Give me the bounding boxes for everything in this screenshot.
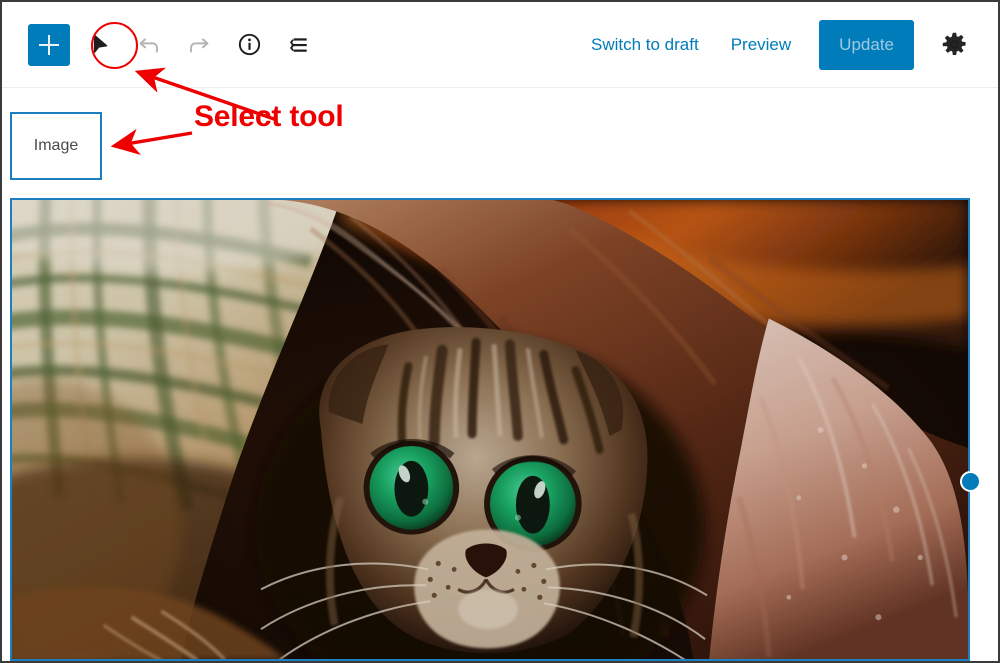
redo-button[interactable] [178,24,220,66]
editor-window: Switch to draft Preview Update Image Sel… [0,0,1000,663]
select-tool-button[interactable] [78,24,120,66]
block-breadcrumb-image[interactable]: Image [10,112,102,180]
redo-arrow-icon [190,37,209,53]
arrow-to-image-block [110,128,193,155]
kitten-photo [12,200,968,659]
update-button[interactable]: Update [819,19,914,70]
editor-toolbar: Switch to draft Preview Update [2,2,998,88]
info-circle-icon [238,33,260,56]
image-block[interactable] [10,198,970,661]
annotation-label-select-tool: Select tool [194,100,344,133]
toolbar-right-group: Switch to draft Preview Update [577,19,998,70]
settings-button[interactable] [932,23,976,67]
plus-icon-vertical [47,34,51,55]
details-button[interactable] [228,24,270,66]
cursor-arrow-icon [93,34,107,53]
gear-icon [942,32,966,55]
add-block-button[interactable] [28,23,70,66]
list-view-icon [289,37,307,52]
block-breadcrumb-label: Image [33,137,79,154]
list-view-button[interactable] [278,24,320,66]
switch-to-draft-button[interactable]: Switch to draft [577,27,713,63]
toolbar-left-group [2,23,320,66]
undo-button[interactable] [128,24,170,66]
preview-button[interactable]: Preview [717,27,805,63]
undo-arrow-icon [139,37,158,53]
right-resize-handle[interactable] [960,471,981,492]
